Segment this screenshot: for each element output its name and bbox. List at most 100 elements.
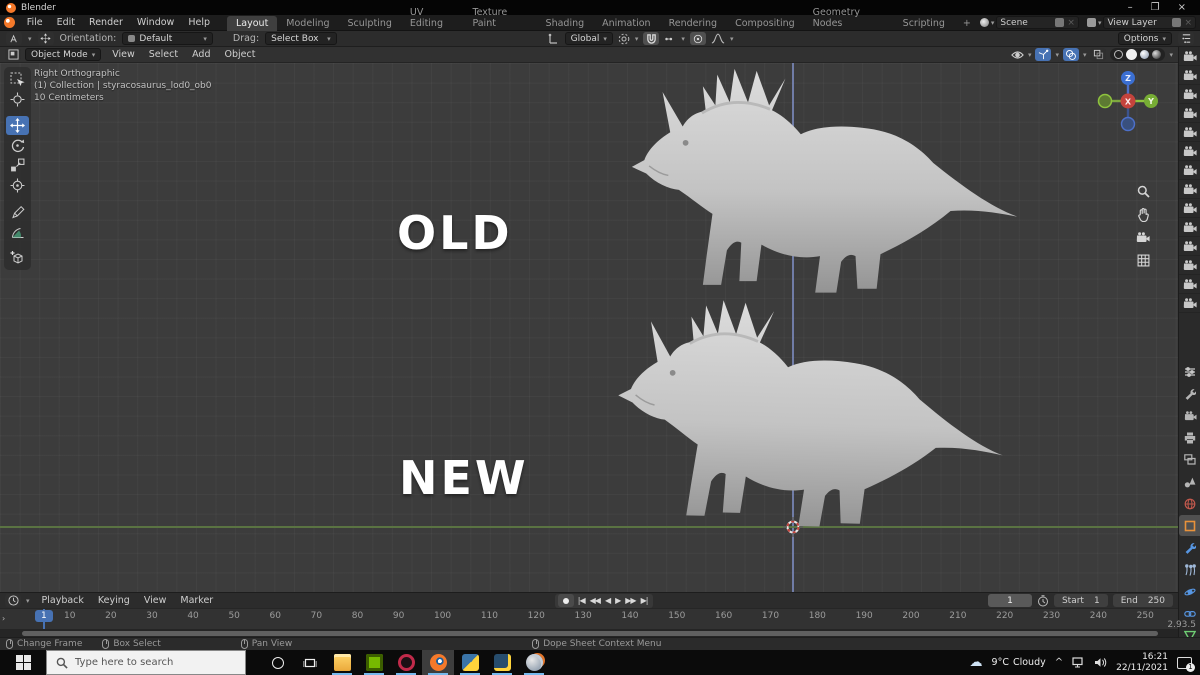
taskbar-clock[interactable]: 16:21 22/11/2021 <box>1116 652 1168 674</box>
workspace-tab[interactable]: Animation <box>593 16 659 31</box>
taskbar-search[interactable]: Type here to search <box>46 650 246 675</box>
tool-caret[interactable]: ▾ <box>28 35 32 43</box>
workspace-tab[interactable]: Scripting <box>894 16 954 31</box>
frame-start-field[interactable]: Start 1 <box>1054 594 1108 607</box>
current-frame-badge[interactable]: 1 <box>35 610 53 622</box>
transport-button[interactable]: ◀◀ <box>587 596 602 605</box>
proportional-falloff-icon[interactable] <box>711 33 725 44</box>
workspace-tab[interactable]: Geometry Nodes <box>804 5 894 31</box>
outliner-camera-item[interactable] <box>1179 199 1200 218</box>
transform-orientation-dropdown[interactable]: Global ▾ <box>565 32 613 45</box>
close-button[interactable]: × <box>1178 2 1186 13</box>
gizmo-toggle[interactable] <box>1035 48 1051 61</box>
timeline-ruler[interactable]: › 10203040506070809010011012013014015016… <box>0 608 1178 629</box>
workspace-tab[interactable]: Layout <box>227 16 277 31</box>
zoom-view-button[interactable] <box>1132 183 1154 200</box>
world-properties-tab[interactable] <box>1179 493 1200 514</box>
maximize-button[interactable]: ❐ <box>1151 2 1160 13</box>
pan-view-button[interactable] <box>1132 206 1154 223</box>
gizmo-y-negative[interactable] <box>1099 95 1112 108</box>
task-view-button[interactable] <box>294 650 326 675</box>
object-visibility-icon[interactable] <box>1011 50 1024 60</box>
proportional-edit-toggle[interactable] <box>690 32 706 45</box>
camera-view-button[interactable] <box>1132 229 1154 246</box>
particle-properties-tab[interactable] <box>1179 559 1200 580</box>
frame-end-field[interactable]: End 250 <box>1113 594 1173 607</box>
viewport-menu-item[interactable]: Add <box>185 48 217 61</box>
scene-selector[interactable]: Scene × <box>996 16 1079 29</box>
menu-item[interactable]: Help <box>181 16 217 29</box>
measure-tool[interactable] <box>6 222 29 241</box>
workspace-tab[interactable]: Compositing <box>726 16 804 31</box>
timeline-menu-item[interactable]: Keying <box>91 594 137 607</box>
view-layer-properties-tab[interactable] <box>1179 449 1200 470</box>
outliner-camera-item[interactable] <box>1179 256 1200 275</box>
workspace-tab[interactable]: Modeling <box>277 16 338 31</box>
overlays-toggle[interactable] <box>1063 48 1079 61</box>
view-layer-name[interactable]: View Layer <box>1107 18 1169 28</box>
pivot-point-icon[interactable] <box>618 33 630 45</box>
cortana-button[interactable] <box>262 650 294 675</box>
auto-keying-button[interactable] <box>558 594 574 607</box>
scene-browse-caret[interactable]: ▾ <box>991 19 995 27</box>
rotate-tool[interactable] <box>6 136 29 155</box>
output-properties-tab[interactable] <box>1179 427 1200 448</box>
overlays-caret[interactable]: ▾ <box>1083 51 1087 59</box>
outliner-camera-item[interactable] <box>1179 47 1200 66</box>
outliner-camera-item[interactable] <box>1179 218 1200 237</box>
pivot-caret[interactable]: ▾ <box>635 35 639 43</box>
add-cube-tool[interactable] <box>6 248 29 267</box>
scene-icon[interactable] <box>980 18 989 27</box>
workspace-tab[interactable]: Texture Paint <box>463 5 536 31</box>
outliner-camera-item[interactable] <box>1179 142 1200 161</box>
taskbar-nvidia[interactable] <box>358 650 390 675</box>
timeline-scrollbar-thumb[interactable] <box>22 631 1158 636</box>
viewport-menu-item[interactable]: Object <box>217 48 262 61</box>
scene-properties-tab[interactable] <box>1179 471 1200 492</box>
workspace-tab[interactable]: UV Editing <box>401 5 464 31</box>
modifier-properties-tab[interactable] <box>1179 537 1200 558</box>
menu-item[interactable]: Window <box>130 16 181 29</box>
editor-type-icon[interactable] <box>5 48 21 61</box>
new-view-layer-icon[interactable] <box>1172 18 1181 27</box>
outliner-camera-item[interactable] <box>1179 104 1200 123</box>
transport-button[interactable]: |◀ <box>575 596 587 605</box>
workspace-tab[interactable]: + <box>954 16 980 31</box>
editor-selector-icon[interactable] <box>1179 361 1200 382</box>
taskbar-file-explorer[interactable] <box>326 650 358 675</box>
select-box-tool[interactable] <box>6 70 29 89</box>
taskbar-globe-app[interactable] <box>518 650 550 675</box>
outliner-camera-item[interactable] <box>1179 66 1200 85</box>
taskbar-python-app[interactable] <box>454 650 486 675</box>
annotate-tool[interactable] <box>6 202 29 221</box>
shading-solid-icon[interactable] <box>1126 49 1137 60</box>
blender-menu-icon[interactable] <box>4 17 15 28</box>
move-tool[interactable] <box>6 116 29 135</box>
network-icon[interactable] <box>1072 657 1085 668</box>
taskbar-python-dark[interactable] <box>486 650 518 675</box>
viewport-menu-item[interactable]: Select <box>142 48 185 61</box>
weather-widget[interactable]: 9°C Cloudy <box>992 657 1046 668</box>
shading-rendered-icon[interactable] <box>1152 50 1161 59</box>
workspace-tab[interactable]: Sculpting <box>339 16 401 31</box>
notification-center-icon[interactable]: 1 <box>1177 657 1192 669</box>
scale-tool[interactable] <box>6 156 29 175</box>
viewport-menu-item[interactable]: View <box>105 48 142 61</box>
outliner-camera-item[interactable] <box>1179 85 1200 104</box>
move-tool-mini-icon[interactable] <box>38 32 54 45</box>
snap-toggle[interactable] <box>643 32 659 45</box>
view-layer-icon[interactable] <box>1087 18 1096 27</box>
outliner-filter-icon[interactable] <box>1178 32 1194 45</box>
view-layer-selector[interactable]: View Layer × <box>1103 16 1196 29</box>
perspective-toggle-button[interactable] <box>1132 252 1154 269</box>
timeline-editor-caret[interactable]: ▾ <box>26 597 30 605</box>
tray-chevron[interactable]: ^ <box>1055 657 1063 668</box>
gizmo-z-negative[interactable] <box>1122 118 1135 131</box>
navigation-gizmo[interactable]: Z Y X <box>1096 69 1160 133</box>
timeline-scrollbar[interactable] <box>0 629 1178 637</box>
expand-channels-arrow[interactable]: › <box>2 614 5 623</box>
workspace-tab[interactable]: Shading <box>537 16 594 31</box>
start-button[interactable] <box>0 650 46 675</box>
menu-item[interactable]: File <box>20 16 50 29</box>
current-frame-field[interactable]: 1 <box>988 594 1032 607</box>
